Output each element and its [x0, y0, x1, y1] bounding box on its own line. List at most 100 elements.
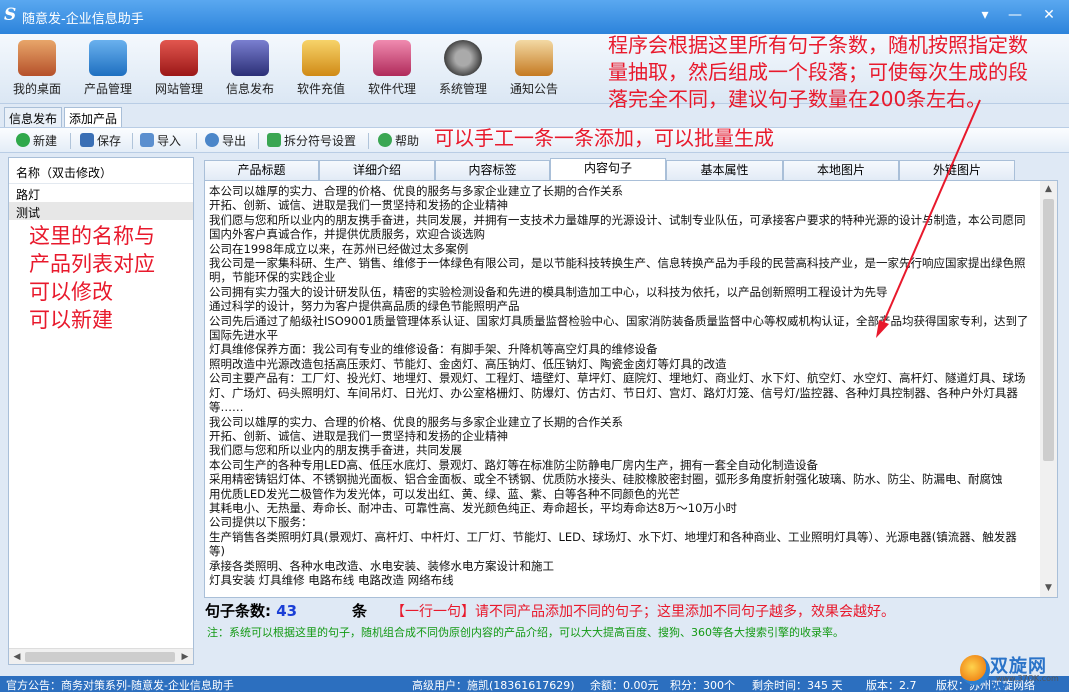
tab-info-publish[interactable]: 信息发布	[4, 107, 63, 127]
import-button[interactable]: 导入	[140, 132, 181, 150]
status-bar: 官方公告：商务对策系列-随意发-企业信息助手 高级用户：施凯(183616176…	[0, 676, 1069, 692]
list-item[interactable]: 测试	[9, 202, 193, 220]
sentence-line[interactable]: 承接各类照明、各种水电改造、水电安装、装修水电方案设计和施工	[209, 559, 1032, 573]
scroll-left-icon[interactable]: ◀	[10, 650, 24, 664]
sentence-line[interactable]: 照明改造中光源改造包括高压汞灯、节能灯、金卤灯、高压钠灯、低压钠灯、陶瓷金卤灯等…	[209, 357, 1032, 371]
sentence-line[interactable]: 用优质LED发光二极管作为发光体，可以发出红、黄、绿、蓝、紫、白等各种不同颜色的…	[209, 487, 1032, 501]
sentence-line[interactable]: 通过科学的设计，努力为客户提供高品质的绿色节能照明产品	[209, 299, 1032, 313]
scroll-right-icon[interactable]: ▶	[178, 650, 192, 664]
sentence-line[interactable]: 我们愿与您和所以业内的朋友携手奋进，共同发展，并拥有一支技术力量雄厚的光源设计、…	[209, 213, 1032, 242]
plus-icon	[16, 133, 30, 147]
tab-external-images[interactable]: 外链图片	[899, 160, 1015, 180]
sentence-count-value: 43	[276, 602, 298, 620]
sentences-textarea[interactable]: 本公司以雄厚的实力、合理的价格、优良的服务与多家企业建立了长期的合作关系 开拓、创…	[204, 180, 1058, 598]
separator	[70, 133, 71, 149]
sentence-line[interactable]: 我公司以雄厚的实力、合理的价格、优良的服务与多家企业建立了长期的合作关系	[209, 415, 1032, 429]
content-tabs: 产品标题 详细介绍 内容标签 内容句子 基本属性 本地图片 外链图片	[204, 158, 1062, 181]
sentence-line[interactable]: 我们愿与您和所以业内的朋友携手奋进，共同发展	[209, 443, 1032, 457]
sentence-line[interactable]: 采用精密铸铝灯体、不锈钢抛光面板、铝合金面板、或全不锈钢、优质防水接头、硅胶橡胶…	[209, 472, 1032, 486]
building-icon	[160, 40, 198, 76]
sentences-text[interactable]: 本公司以雄厚的实力、合理的价格、优良的服务与多家企业建立了长期的合作关系 开拓、创…	[209, 184, 1032, 587]
status-user: 高级用户：施凯(18361617629)	[412, 679, 575, 692]
folder-icon	[140, 133, 154, 147]
tab-local-images[interactable]: 本地图片	[783, 160, 899, 180]
tab-add-product[interactable]: 添加产品	[64, 107, 123, 127]
tab-content-sentences[interactable]: 内容句子	[550, 158, 666, 181]
tab-detail-intro[interactable]: 详细介绍	[319, 160, 435, 180]
toolbar-system-button[interactable]: 系统管理	[431, 38, 495, 100]
toolbar-notice-button[interactable]: 通知公告	[502, 38, 566, 100]
toolbar-recharge-button[interactable]: 软件充值	[289, 38, 353, 100]
save-button[interactable]: 保存	[80, 132, 121, 150]
tab-content-tags[interactable]: 内容标签	[435, 160, 550, 180]
scroll-thumb[interactable]	[1043, 199, 1054, 461]
status-points: 积分：300个	[670, 679, 735, 692]
house-icon	[18, 40, 56, 76]
new-button[interactable]: 新建	[16, 132, 57, 150]
pen-icon	[231, 40, 269, 76]
sentence-line[interactable]: 开拓、创新、诚信、进取是我们一贯坚持和发扬的企业精神	[209, 429, 1032, 443]
toolbar-publish-button[interactable]: 信息发布	[218, 38, 282, 100]
sentence-count-hint: 【一行一句】请不同产品添加不同的句子；这里添加不同句子越多，效果会越好。	[391, 604, 895, 620]
separator	[196, 133, 197, 149]
notepad-icon	[515, 40, 553, 76]
list-item[interactable]: 路灯	[9, 184, 193, 202]
tab-basic-attributes[interactable]: 基本属性	[666, 160, 783, 180]
export-button[interactable]: 导出	[205, 132, 246, 150]
sentence-line[interactable]: 我公司是一家集科研、生产、销售、维修于一体绿色有限公司，是以节能科技转换生产、信…	[209, 256, 1032, 285]
sentence-count-row: 句子条数: 43 条 【一行一句】请不同产品添加不同的句子；这里添加不同句子越多…	[205, 600, 895, 622]
sentence-line[interactable]: 灯具安装 灯具维修 电路布线 电路改造 网络布线	[209, 573, 1032, 587]
watermark-logo: 双旋网络 www.37OK.com	[960, 652, 1065, 692]
sentence-line[interactable]: 公司先后通过了船级社ISO9001质量管理体系认证、国家灯具质量监督检验中心、国…	[209, 314, 1032, 343]
toolbar-desktop-button[interactable]: 我的桌面	[5, 38, 69, 100]
sentence-line[interactable]: 灯具维修保养方面：我公司有专业的维修设备：有脚手架、升降机等高空灯具的维修设备	[209, 342, 1032, 356]
list-header[interactable]: 名称（双击修改）	[9, 158, 193, 184]
gear-icon	[444, 40, 482, 76]
separator	[368, 133, 369, 149]
app-logo-icon: S	[4, 5, 17, 25]
scroll-thumb[interactable]	[25, 652, 175, 662]
scroll-up-icon[interactable]: ▲	[1041, 182, 1056, 197]
export-icon	[205, 133, 219, 147]
annotation-left-note: 这里的名称与 产品列表对应 可以修改 可以新建	[29, 224, 155, 332]
vertical-scrollbar[interactable]: ▲ ▼	[1040, 181, 1057, 597]
help-icon	[378, 133, 392, 147]
horizontal-scrollbar[interactable]: ◀ ▶	[9, 648, 193, 664]
sentence-count-unit: 条	[352, 602, 368, 620]
save-icon	[80, 133, 94, 147]
sub-toolbar: 新建 保存 导入 导出 拆分符号设置 帮助 可以手工一条一条添加，可以批量生成	[0, 126, 1069, 153]
status-balance: 余额：0.00元	[590, 679, 659, 692]
sentence-line[interactable]: 本公司以雄厚的实力、合理的价格、优良的服务与多家企业建立了长期的合作关系	[209, 184, 1032, 198]
help-button[interactable]: 帮助	[378, 132, 419, 150]
sentence-line[interactable]: 公司拥有实力强大的设计研发队伍，精密的实验检测设备和先进的模具制造加工中心，以科…	[209, 285, 1032, 299]
sentence-line[interactable]: 公司提供以下服务：	[209, 515, 1032, 529]
tab-product-title[interactable]: 产品标题	[204, 160, 319, 180]
split-symbol-settings-button[interactable]: 拆分符号设置	[267, 132, 356, 150]
watermark-logo-icon	[960, 655, 990, 685]
toolbar-agent-button[interactable]: 软件代理	[360, 38, 424, 100]
chart-icon	[302, 40, 340, 76]
sentence-line[interactable]: 公司在1998年成立以来，在苏州已经做过太多案例	[209, 242, 1032, 256]
separator	[258, 133, 259, 149]
toolbar-product-button[interactable]: 产品管理	[76, 38, 140, 100]
toolbar-website-button[interactable]: 网站管理	[147, 38, 211, 100]
close-button[interactable]: ✕	[1039, 6, 1059, 24]
footer-note: 注：系统可以根据这里的句子，随机组合成不同伪原创内容的产品介绍，可以大大提高百度…	[207, 626, 844, 639]
separator	[132, 133, 133, 149]
sentence-line[interactable]: 其耗电小、无热量、寿命长、耐冲击、可靠性高、发光颜色纯正、寿命超长，平均寿命达8…	[209, 501, 1032, 515]
sentence-line[interactable]: 公司主要产品有：工厂灯、投光灯、地埋灯、景观灯、工程灯、墙壁灯、草坪灯、庭院灯、…	[209, 371, 1032, 414]
annotation-top-note: 程序会根据这里所有句子条数，随机按照指定数 量抽取，然后组成一个段落；可使每次生…	[608, 33, 1028, 111]
sentence-line[interactable]: 本公司生产的各种专用LED高、低压水底灯、景观灯、路灯等在标准防尘防静电厂房内生…	[209, 458, 1032, 472]
sentence-line[interactable]: 开拓、创新、诚信、进取是我们一贯坚持和发扬的企业精神	[209, 198, 1032, 212]
product-name-list: 名称（双击修改） 路灯 测试 这里的名称与 产品列表对应 可以修改 可以新建 ◀…	[8, 157, 194, 665]
sentence-count-label: 句子条数:	[205, 602, 271, 620]
window-title: 随意发-企业信息助手	[22, 12, 144, 27]
sentence-line[interactable]: 生产销售各类照明灯具(景观灯、高杆灯、中杆灯、工厂灯、节能灯、LED、球场灯、水…	[209, 530, 1032, 559]
gift-icon	[373, 40, 411, 76]
scroll-down-icon[interactable]: ▼	[1041, 581, 1056, 596]
title-bar: S 随意发-企业信息助手 ▾ — ✕	[0, 0, 1069, 34]
minimize-button[interactable]: —	[1005, 6, 1025, 24]
menu-dropdown-button[interactable]: ▾	[975, 6, 995, 24]
status-version: 版本：2.7	[866, 679, 917, 692]
annotation-toolbar-note: 可以手工一条一条添加，可以批量生成	[434, 126, 774, 150]
